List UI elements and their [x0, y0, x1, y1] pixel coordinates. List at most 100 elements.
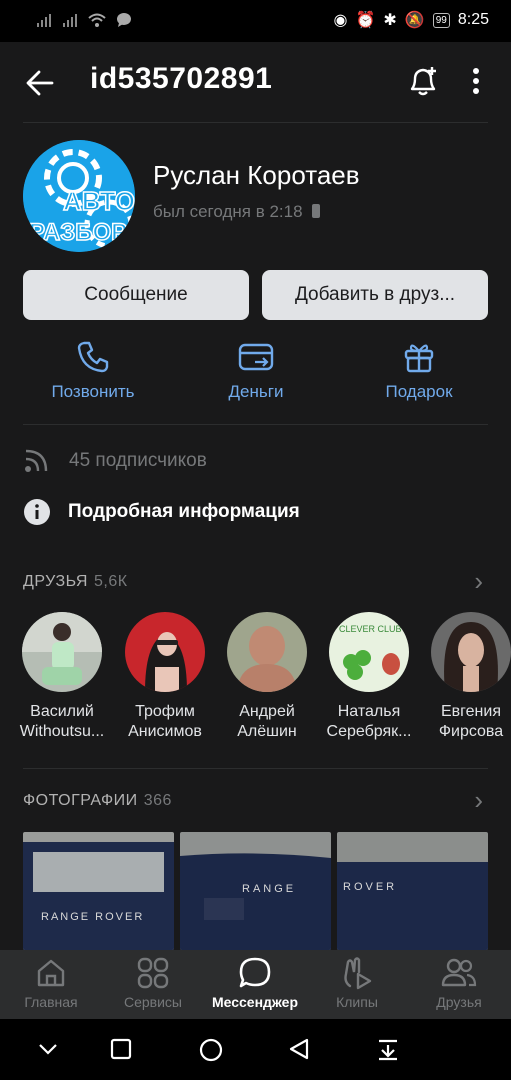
- chevron-right-icon[interactable]: ›: [474, 785, 483, 816]
- eye-icon: ◉: [333, 12, 348, 29]
- rss-followers-icon: [25, 449, 48, 472]
- money-transfer-icon: [238, 343, 274, 371]
- last-seen-text: был сегодня в 2:18: [153, 202, 303, 221]
- friend-avatar: [125, 612, 205, 692]
- mobile-phone-icon: [312, 204, 321, 218]
- nav-messenger[interactable]: Мессенджер: [205, 956, 305, 1010]
- recents-square-icon[interactable]: [109, 1037, 133, 1066]
- money-label: Деньги: [228, 382, 284, 401]
- friend-last-name: Серебряк...: [326, 723, 412, 740]
- subscribe-bell-icon[interactable]: [406, 64, 440, 98]
- back-arrow-icon[interactable]: [25, 68, 55, 98]
- back-triangle-icon[interactable]: [287, 1037, 311, 1066]
- details-label: Подробная информация: [68, 501, 300, 522]
- friend-avatar: [227, 612, 307, 692]
- avto-razbor-logo: АВТО РАЗБОР: [23, 140, 135, 252]
- nav-clips[interactable]: Клипы: [307, 956, 407, 1010]
- nav-clips-label: Клипы: [336, 994, 378, 1010]
- friend-avatar: [431, 612, 511, 692]
- home-icon: [37, 959, 65, 987]
- notification-drawer-icon[interactable]: [376, 1037, 400, 1066]
- nav-friends[interactable]: Друзья: [409, 956, 509, 1010]
- sim1-signal-icon: [37, 14, 51, 27]
- alarm-icon: ⏰: [355, 12, 376, 29]
- add-friend-button[interactable]: Добавить в друз...: [262, 270, 488, 320]
- friend-first-name: Андрей: [239, 703, 295, 720]
- divider: [23, 424, 488, 425]
- nav-friends-label: Друзья: [436, 994, 482, 1010]
- friend-item[interactable]: Андрей Алёшин: [217, 612, 317, 742]
- status-bar: ◉ ⏰ ✱ 🔕 99 8:25: [0, 0, 511, 42]
- gift-label: Подарок: [385, 382, 453, 401]
- wifi-icon: [88, 13, 106, 27]
- photos-title: ФОТОГРАФИИ: [23, 792, 138, 809]
- friend-avatar: CLEVER CLUB: [329, 612, 409, 692]
- battery-icon: 99: [432, 12, 450, 28]
- chevron-right-icon[interactable]: ›: [474, 566, 483, 597]
- svg-text:АВТО: АВТО: [63, 186, 135, 216]
- nav-services[interactable]: Сервисы: [103, 956, 203, 1010]
- bottom-navigation: Главная Сервисы Мессенджер Клипы Друзья: [0, 950, 511, 1019]
- photo-thumbnail[interactable]: ROVER: [337, 832, 488, 950]
- friend-first-name: Наталья: [337, 703, 401, 720]
- friend-last-name: Фирсова: [438, 723, 504, 740]
- divider: [23, 122, 488, 123]
- friends-icon: [441, 958, 477, 987]
- friend-item[interactable]: CLEVER CLUB Наталья Серебряк...: [319, 612, 419, 742]
- system-navigation-bar: [0, 1019, 511, 1080]
- sim2-signal-icon: [63, 14, 77, 27]
- message-button[interactable]: Сообщение: [23, 270, 249, 320]
- last-seen: был сегодня в 2:18: [153, 202, 321, 222]
- friends-title: ДРУЗЬЯ: [23, 573, 88, 590]
- photos-section-title[interactable]: ФОТОГРАФИИ 366: [23, 792, 172, 810]
- friends-section-title[interactable]: ДРУЗЬЯ 5,6К: [23, 573, 128, 591]
- friend-item[interactable]: Василий Withoutsu...: [12, 612, 112, 742]
- clock: 8:25: [457, 11, 489, 28]
- followers-count: 45 подписчиков: [69, 450, 207, 471]
- details-row[interactable]: Подробная информация: [23, 498, 300, 526]
- friend-first-name: Евгения: [441, 703, 501, 720]
- home-circle-icon[interactable]: [198, 1037, 224, 1068]
- services-grid-icon: [137, 957, 169, 989]
- messenger-bubble-icon: [239, 957, 271, 988]
- svg-text:РАЗБОР: РАЗБОР: [29, 219, 127, 246]
- clips-icon: [344, 957, 372, 990]
- svg-text:RANGE ROVER: RANGE ROVER: [41, 911, 144, 923]
- photo-thumbnail[interactable]: RANGE ROVER: [23, 832, 174, 950]
- gift-icon: [404, 344, 434, 373]
- info-icon: [24, 499, 50, 525]
- photo-thumbnail[interactable]: RANGE: [180, 832, 331, 950]
- chat-notification-icon: [117, 13, 131, 27]
- page-title: id535702891: [90, 62, 273, 95]
- svg-text:ROVER: ROVER: [343, 881, 397, 893]
- hide-keyboard-chevron-icon[interactable]: [36, 1037, 60, 1066]
- nav-services-label: Сервисы: [123, 994, 182, 1010]
- gift-action[interactable]: Подарок: [349, 340, 489, 402]
- friend-item[interactable]: Трофим Анисимов: [115, 612, 215, 742]
- friends-count: 5,6К: [93, 573, 128, 590]
- more-options-icon[interactable]: [468, 66, 484, 96]
- friend-avatar: [22, 612, 102, 692]
- friend-item[interactable]: Евгения Фирсова: [421, 612, 511, 742]
- phone-icon: [77, 341, 109, 373]
- friend-last-name: Алёшин: [237, 723, 297, 740]
- svg-text:RANGE: RANGE: [242, 883, 296, 895]
- friend-first-name: Василий: [30, 703, 94, 720]
- nav-messenger-label: Мессенджер: [211, 994, 299, 1010]
- bluetooth-icon: ✱: [383, 12, 397, 29]
- money-action[interactable]: Деньги: [186, 340, 326, 402]
- nav-home[interactable]: Главная: [1, 956, 101, 1010]
- avatar[interactable]: АВТО РАЗБОР: [23, 140, 135, 252]
- profile-name: Руслан Коротаев: [153, 160, 360, 190]
- nav-home-label: Главная: [24, 994, 78, 1010]
- mute-icon: 🔕: [404, 12, 425, 29]
- photos-count: 366: [143, 792, 172, 809]
- friend-last-name: Withoutsu...: [19, 723, 105, 740]
- friend-last-name: Анисимов: [128, 723, 202, 740]
- call-action[interactable]: Позвонить: [23, 340, 163, 402]
- call-label: Позвонить: [51, 382, 135, 401]
- followers-row[interactable]: 45 подписчиков: [23, 448, 207, 474]
- svg-text:CLEVER CLUB: CLEVER CLUB: [339, 624, 402, 634]
- friend-first-name: Трофим: [135, 703, 195, 720]
- divider: [23, 768, 488, 769]
